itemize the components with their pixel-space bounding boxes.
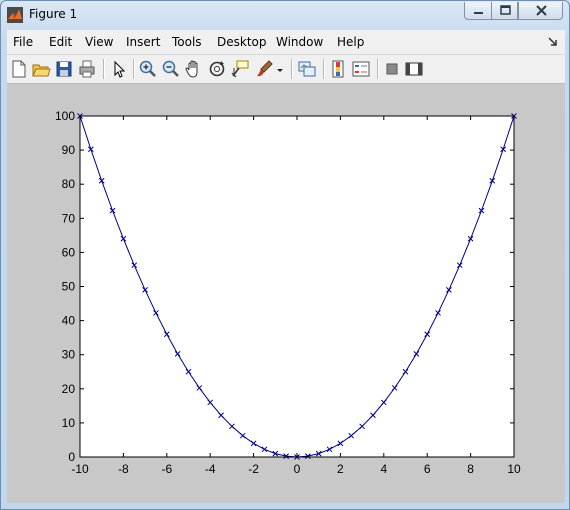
toolbar-separator (291, 59, 293, 79)
y-tick-label: 10 (62, 416, 76, 430)
menu-window[interactable]: Window (276, 35, 323, 49)
zoom-out-icon[interactable] (161, 59, 181, 79)
toolbar-separator (133, 59, 135, 79)
y-tick-label: 50 (62, 280, 76, 294)
x-tick-label: 6 (424, 462, 431, 476)
x-tick-label: 8 (467, 462, 474, 476)
zoom-in-icon[interactable] (138, 59, 158, 79)
dock-arrow-icon[interactable] (547, 36, 559, 48)
legend-icon[interactable] (351, 59, 371, 79)
x-tick-label: -10 (71, 462, 89, 476)
x-tick-label: 4 (380, 462, 387, 476)
toolbar-separator (377, 59, 379, 79)
title-bar[interactable]: Figure 1 (1, 1, 569, 29)
figure-canvas[interactable]: -10 -8 -6 -4 -2 0 2 4 6 8 10 0 10 20 30 40 50 60 70 80 90 10… (7, 84, 565, 503)
x-tick-label: -6 (161, 462, 172, 476)
open-file-icon[interactable] (31, 59, 51, 79)
menu-view[interactable]: View (85, 35, 113, 49)
y-tick-label: 20 (62, 382, 76, 396)
brush-icon[interactable] (255, 59, 275, 79)
show-plot-tools-icon[interactable] (404, 59, 424, 79)
y-tick-label: 60 (62, 245, 76, 259)
figure-toolbar (7, 55, 565, 84)
print-icon[interactable] (77, 59, 97, 79)
x-tick-label: 2 (337, 462, 344, 476)
close-button[interactable] (518, 2, 563, 20)
colorbar-icon[interactable] (328, 59, 348, 79)
x-tick-label: -8 (118, 462, 129, 476)
window-title: Figure 1 (29, 7, 78, 21)
x-tick-label: -2 (248, 462, 259, 476)
maximize-icon (500, 5, 511, 15)
data-cursor-icon[interactable] (230, 59, 250, 79)
menu-insert[interactable]: Insert (126, 35, 160, 49)
save-icon[interactable] (54, 59, 74, 79)
x-tick-label: 0 (294, 462, 301, 476)
plot-area[interactable]: -10 -8 -6 -4 -2 0 2 4 6 8 10 0 10 20 30 40 50 60 70 80 90 10… (7, 84, 565, 503)
close-icon (536, 5, 547, 16)
axes-background (80, 116, 514, 457)
menu-help[interactable]: Help (337, 35, 364, 49)
minimize-button[interactable] (464, 2, 492, 20)
new-figure-icon[interactable] (9, 59, 29, 79)
y-tick-label: 100 (55, 109, 75, 123)
pointer-icon[interactable] (109, 59, 129, 79)
menu-desktop[interactable]: Desktop (217, 35, 267, 49)
toolbar-separator (103, 59, 105, 79)
y-tick-label: 90 (62, 143, 76, 157)
y-tick-label: 40 (62, 314, 76, 328)
menu-edit[interactable]: Edit (49, 35, 72, 49)
menu-bar: File Edit View Insert Tools Desktop Wind… (7, 30, 565, 55)
figure-window: Figure 1 File Edit View Insert Tools Des… (0, 0, 570, 510)
rotate-3d-icon[interactable] (207, 59, 227, 79)
toolbar-separator (323, 59, 325, 79)
minimize-icon (474, 12, 483, 14)
y-tick-label: 0 (68, 450, 75, 464)
matlab-logo-icon (7, 7, 23, 23)
x-tick-label: -4 (205, 462, 216, 476)
x-tick-label: 10 (507, 462, 521, 476)
brush-dropdown-icon[interactable] (275, 59, 285, 79)
maximize-button[interactable] (491, 2, 518, 20)
y-tick-label: 30 (62, 348, 76, 362)
pan-hand-icon[interactable] (184, 59, 204, 79)
hide-plot-tools-icon[interactable] (382, 59, 402, 79)
link-plot-icon[interactable] (297, 59, 317, 79)
y-tick-label: 70 (62, 211, 76, 225)
y-tick-label: 80 (62, 177, 76, 191)
menu-tools[interactable]: Tools (172, 35, 202, 49)
menu-file[interactable]: File (13, 35, 33, 49)
